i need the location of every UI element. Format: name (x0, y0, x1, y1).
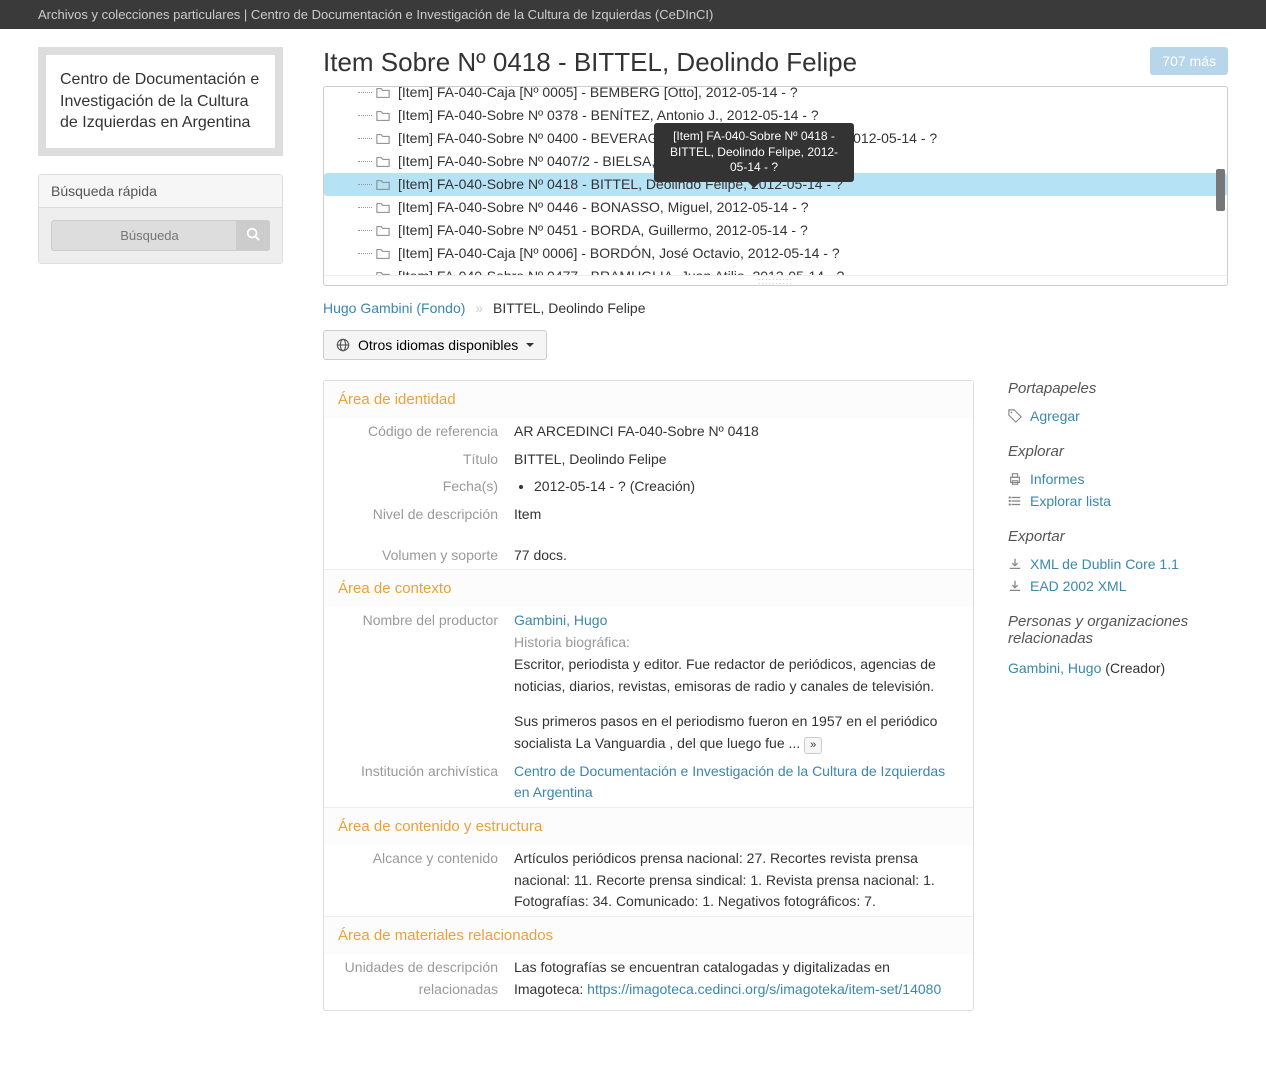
tree-item[interactable]: [Item] FA-040-Sobre Nº 0477 - BRAMUGLIA,… (324, 265, 1227, 275)
clipboard-heading: Portapapeles (1008, 380, 1228, 397)
creator-link[interactable]: Gambini, Hugo (514, 612, 607, 628)
language-dropdown-label: Otros idiomas disponibles (358, 337, 518, 353)
folder-icon (376, 109, 390, 121)
search-button[interactable] (236, 220, 270, 251)
topbar: Archivos y colecciones particulares | Ce… (0, 0, 1266, 29)
breadcrumb: Hugo Gambini (Fondo) » BITTEL, Deolindo … (323, 300, 1228, 316)
folder-icon (376, 155, 390, 167)
folder-icon (376, 270, 390, 275)
field-ref: AR ARCEDINCI FA-040-Sobre Nº 0418 (514, 421, 959, 443)
breadcrumb-root[interactable]: Hugo Gambini (Fondo) (323, 300, 465, 316)
tree-item[interactable]: [Item] FA-040-Caja [Nº 0006] - BORDÓN, J… (324, 242, 1227, 265)
tree-item-label: [Item] FA-040-Sobre Nº 0378 - BENÍTEZ, A… (398, 107, 819, 123)
tag-icon (1008, 409, 1022, 423)
logo-box[interactable]: Centro de Documentación e Investigación … (38, 47, 283, 156)
detail-panel: Área de identidad Código de referenciaAR… (323, 380, 974, 1011)
field-level: Item (514, 504, 959, 526)
resize-handle[interactable]: :::::::::: (324, 275, 1227, 286)
chevron-right-icon: » (475, 300, 483, 316)
tree-box: [Item] FA-040-Sobre Nº 0418 - BITTEL, De… (323, 86, 1228, 286)
section-context: Área de contexto (324, 569, 973, 607)
field-label: Código de referencia (338, 421, 514, 443)
field-label: Nombre del productor (338, 610, 514, 754)
field-dates: 2012-05-14 - ? (Creación) (514, 476, 959, 498)
field-label: Unidades de descripción relacionadas (338, 957, 514, 1000)
search-icon (246, 227, 260, 241)
folder-icon (376, 87, 390, 98)
field-creator: Gambini, Hugo Historia biográfica: Escri… (514, 610, 959, 754)
tree-item[interactable]: [Item] FA-040-Caja [Nº 0005] - BEMBERG [… (324, 87, 1227, 104)
export-dc[interactable]: XML de Dublin Core 1.1 (1008, 553, 1228, 575)
scrollbar-thumb[interactable] (1216, 169, 1225, 211)
sidebar-left: Centro de Documentación e Investigación … (38, 29, 283, 1011)
related-person: Gambini, Hugo (Creador) (1008, 655, 1228, 682)
section-content: Área de contenido y estructura (324, 807, 973, 845)
tree-item-label: [Item] FA-040-Sobre Nº 0446 - BONASSO, M… (398, 199, 809, 215)
section-identity: Área de identidad (324, 381, 973, 418)
globe-icon (336, 338, 350, 352)
bio-heading: Historia biográfica: (514, 634, 630, 650)
field-label: Institución archivística (338, 761, 514, 804)
field-label: Alcance y contenido (338, 848, 514, 913)
field-label: Volumen y soporte (338, 545, 514, 567)
count-badge[interactable]: 707 más (1150, 47, 1228, 75)
field-extent: 77 docs. (514, 545, 959, 567)
explore-list[interactable]: Explorar lista (1008, 490, 1228, 512)
tree-item-label: [Item] FA-040-Sobre Nº 0477 - BRAMUGLIA,… (398, 268, 844, 275)
repo-link[interactable]: Centro de Documentación e Investigación … (514, 763, 945, 801)
export-ead[interactable]: EAD 2002 XML (1008, 575, 1228, 597)
explore-heading: Explorar (1008, 443, 1228, 460)
page-title: Item Sobre Nº 0418 - BITTEL, Deolindo Fe… (323, 47, 1138, 78)
field-scope: Artículos periódicos prensa nacional: 27… (514, 848, 959, 913)
folder-icon (376, 224, 390, 236)
print-icon (1008, 472, 1022, 486)
clipboard-add[interactable]: Agregar (1008, 405, 1228, 427)
tree-item-label: [Item] FA-040-Caja [Nº 0005] - BEMBERG [… (398, 87, 798, 100)
related-units-link[interactable]: https://imagoteca.cedinci.org/s/imagotek… (587, 981, 941, 997)
field-related-units: Las fotografías se encuentran catalogada… (514, 957, 959, 1000)
section-related: Área de materiales relacionados (324, 916, 973, 954)
download-icon (1008, 557, 1022, 571)
field-repo: Centro de Documentación e Investigación … (514, 761, 959, 804)
tree-item[interactable]: [Item] FA-040-Sobre Nº 0446 - BONASSO, M… (324, 196, 1227, 219)
bio-p1: Escritor, periodista y editor. Fue redac… (514, 656, 936, 694)
download-icon (1008, 579, 1022, 593)
sidebar-right: Portapapeles Agregar Explorar Informes E… (1008, 380, 1228, 1011)
folder-icon (376, 201, 390, 213)
export-heading: Exportar (1008, 528, 1228, 545)
bio-p2: Sus primeros pasos en el periodismo fuer… (514, 713, 937, 751)
list-icon (1008, 494, 1022, 508)
language-dropdown[interactable]: Otros idiomas disponibles (323, 330, 547, 360)
search-panel-title: Búsqueda rápida (39, 175, 282, 208)
breadcrumb-current: BITTEL, Deolindo Felipe (493, 300, 646, 316)
folder-icon (376, 247, 390, 259)
main: Item Sobre Nº 0418 - BITTEL, Deolindo Fe… (323, 29, 1228, 1011)
caret-down-icon (526, 343, 534, 351)
field-title: BITTEL, Deolindo Felipe (514, 449, 959, 471)
read-more-button[interactable]: » (804, 737, 822, 754)
field-label: Título (338, 449, 514, 471)
folder-icon (376, 132, 390, 144)
explore-reports[interactable]: Informes (1008, 468, 1228, 490)
related-person-link[interactable]: Gambini, Hugo (1008, 660, 1101, 676)
search-panel: Búsqueda rápida (38, 174, 283, 264)
field-label: Nivel de descripción (338, 504, 514, 526)
folder-icon (376, 178, 390, 190)
tree-item-label: [Item] FA-040-Caja [Nº 0006] - BORDÓN, J… (398, 245, 840, 261)
tree-tooltip: [Item] FA-040-Sobre Nº 0418 - BITTEL, De… (654, 123, 854, 182)
tree-item[interactable]: [Item] FA-040-Sobre Nº 0451 - BORDA, Gui… (324, 219, 1227, 242)
tree-item-label: [Item] FA-040-Sobre Nº 0451 - BORDA, Gui… (398, 222, 808, 238)
related-heading: Personas y organizaciones relacionadas (1008, 613, 1228, 647)
field-label: Fecha(s) (338, 476, 514, 498)
